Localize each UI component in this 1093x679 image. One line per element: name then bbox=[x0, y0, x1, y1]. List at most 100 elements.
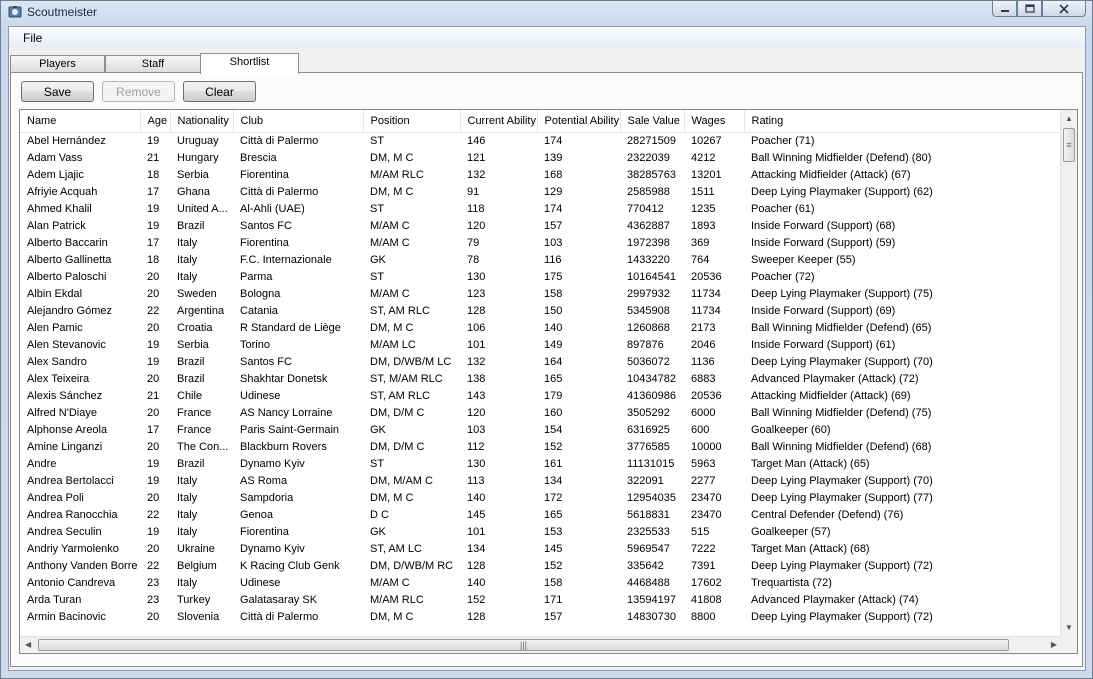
table-cell: Brazil bbox=[177, 372, 205, 385]
table-cell: DM, D/M C bbox=[370, 440, 425, 453]
table-row[interactable]: Anthony Vanden Borre 22 Belgium K Racing Cl… bbox=[20, 557, 1062, 574]
table-cell: 168 bbox=[544, 168, 563, 181]
table-cell: Italy bbox=[177, 576, 198, 589]
tab-shortlist[interactable]: Shortlist bbox=[200, 53, 299, 74]
table-cell: Attacking Midfielder (Attack) (67) bbox=[751, 168, 911, 181]
column-header-current-ability[interactable]: Current Ability bbox=[460, 110, 538, 133]
table-row[interactable]: Adam Vass 21 Hungary Brescia DM, M C 121 139 23… bbox=[20, 149, 1062, 166]
table-cell: 153 bbox=[544, 525, 563, 538]
horizontal-scroll-thumb[interactable]: ||| bbox=[38, 639, 1009, 651]
table-cell: 5963 bbox=[691, 457, 716, 470]
column-header-name[interactable]: Name bbox=[20, 110, 141, 133]
save-button[interactable]: Save bbox=[21, 81, 94, 102]
table-row[interactable]: Adem Ljajic 18 Serbia Fiorentina M/AM RLC 132… bbox=[20, 166, 1062, 183]
minimize-button[interactable] bbox=[992, 1, 1017, 17]
table-cell: Alex Sandro bbox=[27, 355, 87, 368]
table-row[interactable]: Alex Teixeira 20 Brazil Shakhtar Donetsk ST,… bbox=[20, 370, 1062, 387]
table-cell: Italy bbox=[177, 474, 198, 487]
table-row[interactable]: Andrea Bertolacci 19 Italy AS Roma DM, M/AM … bbox=[20, 472, 1062, 489]
table-row[interactable]: Alberto Baccarin 17 Italy Fiorentina M/AM C 7… bbox=[20, 234, 1062, 251]
table-cell: Dynamo Kyiv bbox=[240, 457, 305, 470]
table-row[interactable]: Albin Ekdal 20 Sweden Bologna M/AM C 123 158 29… bbox=[20, 285, 1062, 302]
remove-button[interactable]: Remove bbox=[102, 81, 175, 102]
table-cell: ST, M/AM RLC bbox=[370, 372, 443, 385]
scroll-left-icon[interactable]: ◀ bbox=[25, 640, 31, 649]
table-cell: Catania bbox=[240, 304, 278, 317]
table-cell: 764 bbox=[691, 253, 710, 266]
table-cell: 101 bbox=[467, 338, 486, 351]
menu-item-file[interactable]: File bbox=[23, 31, 42, 45]
table-cell: 157 bbox=[544, 610, 563, 623]
table-cell: Genoa bbox=[240, 508, 274, 521]
table-row[interactable]: Alphonse Areola 17 France Paris Saint-Germa… bbox=[20, 421, 1062, 438]
column-header-potential-ability[interactable]: Potential Ability bbox=[537, 110, 621, 133]
table-row[interactable]: Amine Linganzi 20 The Con... Blackburn Rove… bbox=[20, 438, 1062, 455]
table-cell: M/AM RLC bbox=[370, 168, 424, 181]
shortlist-grid[interactable]: Name Age Nationality Club Position Current Ab… bbox=[19, 109, 1078, 654]
scroll-right-icon[interactable]: ▶ bbox=[1051, 640, 1057, 649]
table-cell: Ball Winning Midfielder (Defend) (65) bbox=[751, 321, 932, 334]
vertical-scroll-thumb[interactable]: ≡ bbox=[1063, 128, 1075, 162]
table-row[interactable]: Alex Sandro 19 Brazil Santos FC DM, D/WB/M L… bbox=[20, 353, 1062, 370]
column-header-age[interactable]: Age bbox=[140, 110, 171, 133]
column-header-nationality[interactable]: Nationality bbox=[170, 110, 234, 133]
table-cell: Inside Forward (Support) (59) bbox=[751, 236, 896, 249]
table-cell: Deep Lying Playmaker (Support) (72) bbox=[751, 610, 933, 623]
table-cell: K Racing Club Genk bbox=[240, 559, 340, 572]
table-cell: M/AM C bbox=[370, 219, 410, 232]
table-row[interactable]: Alejandro Gómez 22 Argentina Catania ST, AM … bbox=[20, 302, 1062, 319]
table-row[interactable]: Arda Turan 23 Turkey Galatasaray SK M/AM RLC… bbox=[20, 591, 1062, 608]
table-row[interactable]: Andrea Seculin 19 Italy Fiorentina GK 101 153 2… bbox=[20, 523, 1062, 540]
table-row[interactable]: Alberto Gallinetta 18 Italy F.C. Internazio… bbox=[20, 251, 1062, 268]
table-row[interactable]: Abel Hernández 19 Uruguay Città di Palermo S… bbox=[20, 132, 1062, 149]
scroll-up-icon[interactable]: ▲ bbox=[1065, 114, 1073, 123]
table-cell: Andre bbox=[27, 457, 57, 470]
table-row[interactable]: Alen Stevanovic 19 Serbia Torino M/AM LC 101 1… bbox=[20, 336, 1062, 353]
table-cell: 19 bbox=[147, 202, 160, 215]
table-cell: 128 bbox=[467, 559, 486, 572]
table-row[interactable]: Alan Patrick 19 Brazil Santos FC M/AM C 120 15… bbox=[20, 217, 1062, 234]
horizontal-scrollbar[interactable]: ◀ ||| ▶ bbox=[20, 636, 1062, 653]
table-row[interactable]: Armin Bacinovic 20 Slovenia Città di Palerm… bbox=[20, 608, 1062, 625]
tab-players[interactable]: Players bbox=[10, 55, 105, 73]
column-header-position[interactable]: Position bbox=[363, 110, 461, 133]
column-header-rating[interactable]: Rating bbox=[744, 110, 1063, 133]
title-bar[interactable]: Scoutmeister bbox=[1, 1, 1092, 25]
table-cell: 139 bbox=[544, 151, 563, 164]
table-cell: DM, M C bbox=[370, 185, 414, 198]
table-cell: Adam Vass bbox=[27, 151, 83, 164]
table-row[interactable]: Alen Pamic 20 Croatia R Standard de Liège DM… bbox=[20, 319, 1062, 336]
table-cell: GK bbox=[370, 525, 386, 538]
table-cell: Turkey bbox=[177, 593, 211, 606]
table-row[interactable]: Andrea Ranocchia 22 Italy Genoa D C 145 165 561… bbox=[20, 506, 1062, 523]
column-header-club[interactable]: Club bbox=[233, 110, 364, 133]
table-row[interactable]: Alexis Sánchez 21 Chile Udinese ST, AM RLC 14… bbox=[20, 387, 1062, 404]
table-row[interactable]: Ahmed Khalil 19 United A... Al-Ahli (UAE) ST… bbox=[20, 200, 1062, 217]
table-row[interactable]: Alfred N'Diaye 20 France AS Nancy Lorraine D… bbox=[20, 404, 1062, 421]
maximize-button[interactable] bbox=[1017, 1, 1042, 17]
table-cell: 11734 bbox=[691, 287, 721, 300]
table-row[interactable]: Andre 19 Brazil Dynamo Kyiv ST 130 161 11131015… bbox=[20, 455, 1062, 472]
column-header-sale-value[interactable]: Sale Value bbox=[620, 110, 685, 133]
vertical-scrollbar[interactable]: ▲ ≡ ▼ bbox=[1060, 110, 1077, 636]
table-cell: 157 bbox=[544, 219, 563, 232]
clear-button[interactable]: Clear bbox=[183, 81, 256, 102]
table-cell: Alejandro Gómez bbox=[27, 304, 112, 317]
column-header-wages[interactable]: Wages bbox=[684, 110, 745, 133]
table-cell: Ukraine bbox=[177, 542, 215, 555]
scroll-down-icon[interactable]: ▼ bbox=[1065, 623, 1073, 632]
table-cell: 154 bbox=[544, 423, 563, 436]
tab-staff[interactable]: Staff bbox=[105, 55, 201, 73]
table-row[interactable]: Andrea Poli 20 Italy Sampdoria DM, M C 140 172… bbox=[20, 489, 1062, 506]
table-cell: DM, D/WB/M RC bbox=[370, 559, 454, 572]
table-cell: 12954035 bbox=[627, 491, 676, 504]
table-row[interactable]: Alberto Paloschi 20 Italy Parma ST 130 175 1016… bbox=[20, 268, 1062, 285]
table-row[interactable]: Andriy Yarmolenko 20 Ukraine Dynamo Kyiv ST,… bbox=[20, 540, 1062, 557]
table-cell: Dynamo Kyiv bbox=[240, 542, 305, 555]
table-row[interactable]: Antonio Candreva 23 Italy Udinese M/AM C 140 1… bbox=[20, 574, 1062, 591]
table-cell: Italy bbox=[177, 491, 198, 504]
close-button[interactable] bbox=[1042, 1, 1086, 17]
table-cell: Italy bbox=[177, 270, 198, 283]
table-row[interactable]: Afriyie Acquah 17 Ghana Città di Palermo DM,… bbox=[20, 183, 1062, 200]
table-cell: M/AM LC bbox=[370, 338, 416, 351]
